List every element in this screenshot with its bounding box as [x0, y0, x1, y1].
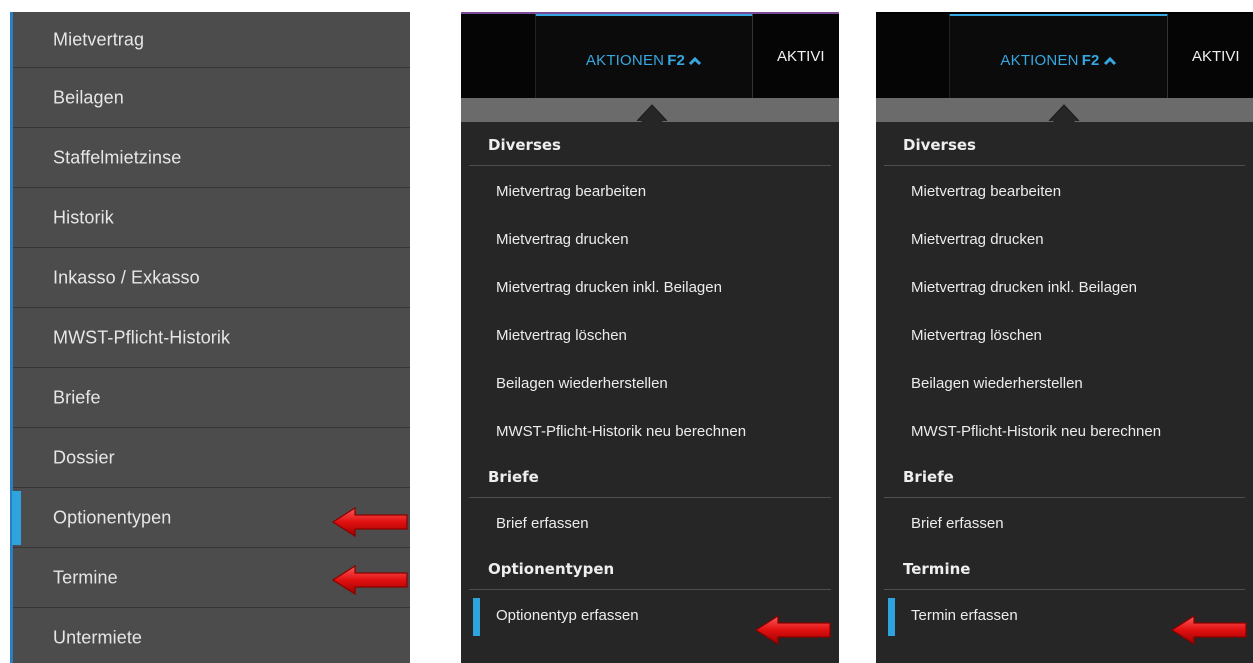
menu-item-label: Optionentyp erfassen [496, 607, 639, 625]
menu-item-mietvertrag-drucken[interactable]: Mietvertrag drucken [876, 214, 1253, 262]
menu-section-termine: Termine [884, 546, 1245, 590]
menu-item-label: Mietvertrag bearbeiten [496, 183, 647, 201]
sidebar-item-label: Dossier [53, 447, 115, 467]
section-title: Optionentypen [488, 559, 615, 578]
active-indicator [888, 598, 895, 636]
sidebar-item-mietvertrag[interactable]: Mietvertrag [13, 12, 410, 68]
menu-item-label: Beilagen wiederherstellen [911, 375, 1083, 393]
sidebar-item-untermiete[interactable]: Untermiete [13, 608, 410, 663]
sidebar-item-label: Beilagen [53, 87, 124, 107]
tab-bar: AKTIONEN F2 AKTIVI [876, 12, 1253, 98]
menu-item-label: Mietvertrag löschen [496, 327, 627, 345]
sidebar-item-label: Briefe [53, 387, 101, 407]
menu-item-label: Brief erfassen [496, 515, 589, 533]
red-arrow-icon [1170, 614, 1248, 646]
menu-item-beilagen-wiederherstellen[interactable]: Beilagen wiederherstellen [876, 358, 1253, 406]
sidebar-item-label: Termine [53, 567, 118, 587]
actions-menu-panel: AKTIONEN F2 AKTIVI Diverses Mietvertrag b… [876, 12, 1253, 663]
section-title: Diverses [903, 135, 976, 154]
sidebar-item-label: Untermiete [53, 627, 143, 647]
menu-item-label: MWST-Pflicht-Historik neu berechnen [911, 423, 1162, 441]
menu-item-label: Beilagen wiederherstellen [496, 375, 668, 393]
menu-item-mwst-neu-berechnen[interactable]: MWST-Pflicht-Historik neu berechnen [876, 406, 1253, 454]
red-arrow-icon [754, 614, 832, 646]
menu-item-mwst-neu-berechnen[interactable]: MWST-Pflicht-Historik neu berechnen [461, 406, 839, 454]
sidebar-item-staffelmietzinse[interactable]: Staffelmietzinse [13, 128, 410, 188]
menu-section-briefe: Briefe [469, 454, 831, 498]
menu-section-optionentypen: Optionentypen [469, 546, 831, 590]
sidebar-item-label: Staffelmietzinse [53, 147, 182, 167]
section-title: Termine [903, 559, 971, 578]
menu-item-mietvertrag-loeschen[interactable]: Mietvertrag löschen [461, 310, 839, 358]
menu-item-mietvertrag-drucken[interactable]: Mietvertrag drucken [461, 214, 839, 262]
menu-item-mietvertrag-drucken-inkl-beilagen[interactable]: Mietvertrag drucken inkl. Beilagen [461, 262, 839, 310]
sidebar-item-label: Mietvertrag [53, 29, 145, 49]
menu-item-mietvertrag-loeschen[interactable]: Mietvertrag löschen [876, 310, 1253, 358]
menu-item-brief-erfassen[interactable]: Brief erfassen [876, 498, 1253, 546]
section-title: Diverses [488, 135, 561, 154]
red-arrow-icon [331, 506, 409, 538]
section-title: Briefe [488, 467, 539, 486]
menu-item-label: Mietvertrag drucken [496, 231, 629, 249]
actions-menu: Diverses Mietvertrag bearbeiten Mietvert… [876, 122, 1253, 638]
menu-item-beilagen-wiederherstellen[interactable]: Beilagen wiederherstellen [461, 358, 839, 406]
tab-shortcut: F2 [667, 52, 686, 69]
tab-aktivitaeten[interactable]: AKTIVI [1192, 48, 1240, 65]
menu-item-label: MWST-Pflicht-Historik neu berechnen [496, 423, 747, 441]
top-border [876, 12, 1253, 14]
dropdown-caret [876, 98, 1253, 123]
sidebar-item-mwst-pflicht-historik[interactable]: MWST-Pflicht-Historik [13, 308, 410, 368]
tab-aktionen[interactable]: AKTIONEN F2 [535, 12, 753, 98]
menu-item-label: Mietvertrag drucken [911, 231, 1044, 249]
menu-item-label: Mietvertrag bearbeiten [911, 183, 1062, 201]
menu-item-mietvertrag-bearbeiten[interactable]: Mietvertrag bearbeiten [876, 166, 1253, 214]
tab-label: AKTIONEN [585, 52, 665, 69]
sidebar-item-beilagen[interactable]: Beilagen [13, 68, 410, 128]
dropdown-caret [461, 98, 839, 123]
menu-item-mietvertrag-drucken-inkl-beilagen[interactable]: Mietvertrag drucken inkl. Beilagen [876, 262, 1253, 310]
menu-section-diverses: Diverses [884, 122, 1245, 166]
chevron-up-icon [1103, 56, 1116, 66]
actions-menu-panel: AKTIONEN F2 AKTIVI Diverses Mietvertrag b… [461, 12, 839, 663]
sidebar-item-label: Optionentypen [53, 507, 172, 527]
sidebar-item-historik[interactable]: Historik [13, 188, 410, 248]
tab-shortcut: F2 [1081, 52, 1100, 69]
menu-section-briefe: Briefe [884, 454, 1245, 498]
active-indicator [473, 598, 480, 636]
sidebar-item-label: Historik [53, 207, 114, 227]
active-indicator [12, 491, 21, 545]
menu-item-label: Mietvertrag drucken inkl. Beilagen [911, 279, 1137, 297]
menu-item-label: Mietvertrag drucken inkl. Beilagen [496, 279, 722, 297]
sidebar-item-inkasso-exkasso[interactable]: Inkasso / Exkasso [13, 248, 410, 308]
sidebar-item-label: MWST-Pflicht-Historik [53, 327, 231, 347]
menu-item-label: Termin erfassen [911, 607, 1018, 625]
actions-menu: Diverses Mietvertrag bearbeiten Mietvert… [461, 122, 839, 638]
sidebar-item-briefe[interactable]: Briefe [13, 368, 410, 428]
red-arrow-icon [331, 564, 409, 596]
menu-section-diverses: Diverses [469, 122, 831, 166]
menu-item-label: Brief erfassen [911, 515, 1004, 533]
menu-item-brief-erfassen[interactable]: Brief erfassen [461, 498, 839, 546]
chevron-up-icon [689, 56, 702, 66]
top-border [461, 12, 839, 14]
tab-bar: AKTIONEN F2 AKTIVI [461, 12, 839, 98]
sidebar-item-label: Inkasso / Exkasso [53, 267, 200, 287]
tab-label: AKTIONEN [1000, 52, 1079, 69]
sidebar-item-dossier[interactable]: Dossier [13, 428, 410, 488]
section-title: Briefe [903, 467, 954, 486]
tab-aktionen[interactable]: AKTIONEN F2 [949, 12, 1168, 98]
menu-item-label: Mietvertrag löschen [911, 327, 1042, 345]
menu-item-mietvertrag-bearbeiten[interactable]: Mietvertrag bearbeiten [461, 166, 839, 214]
tab-aktivitaeten[interactable]: AKTIVI [777, 48, 825, 65]
